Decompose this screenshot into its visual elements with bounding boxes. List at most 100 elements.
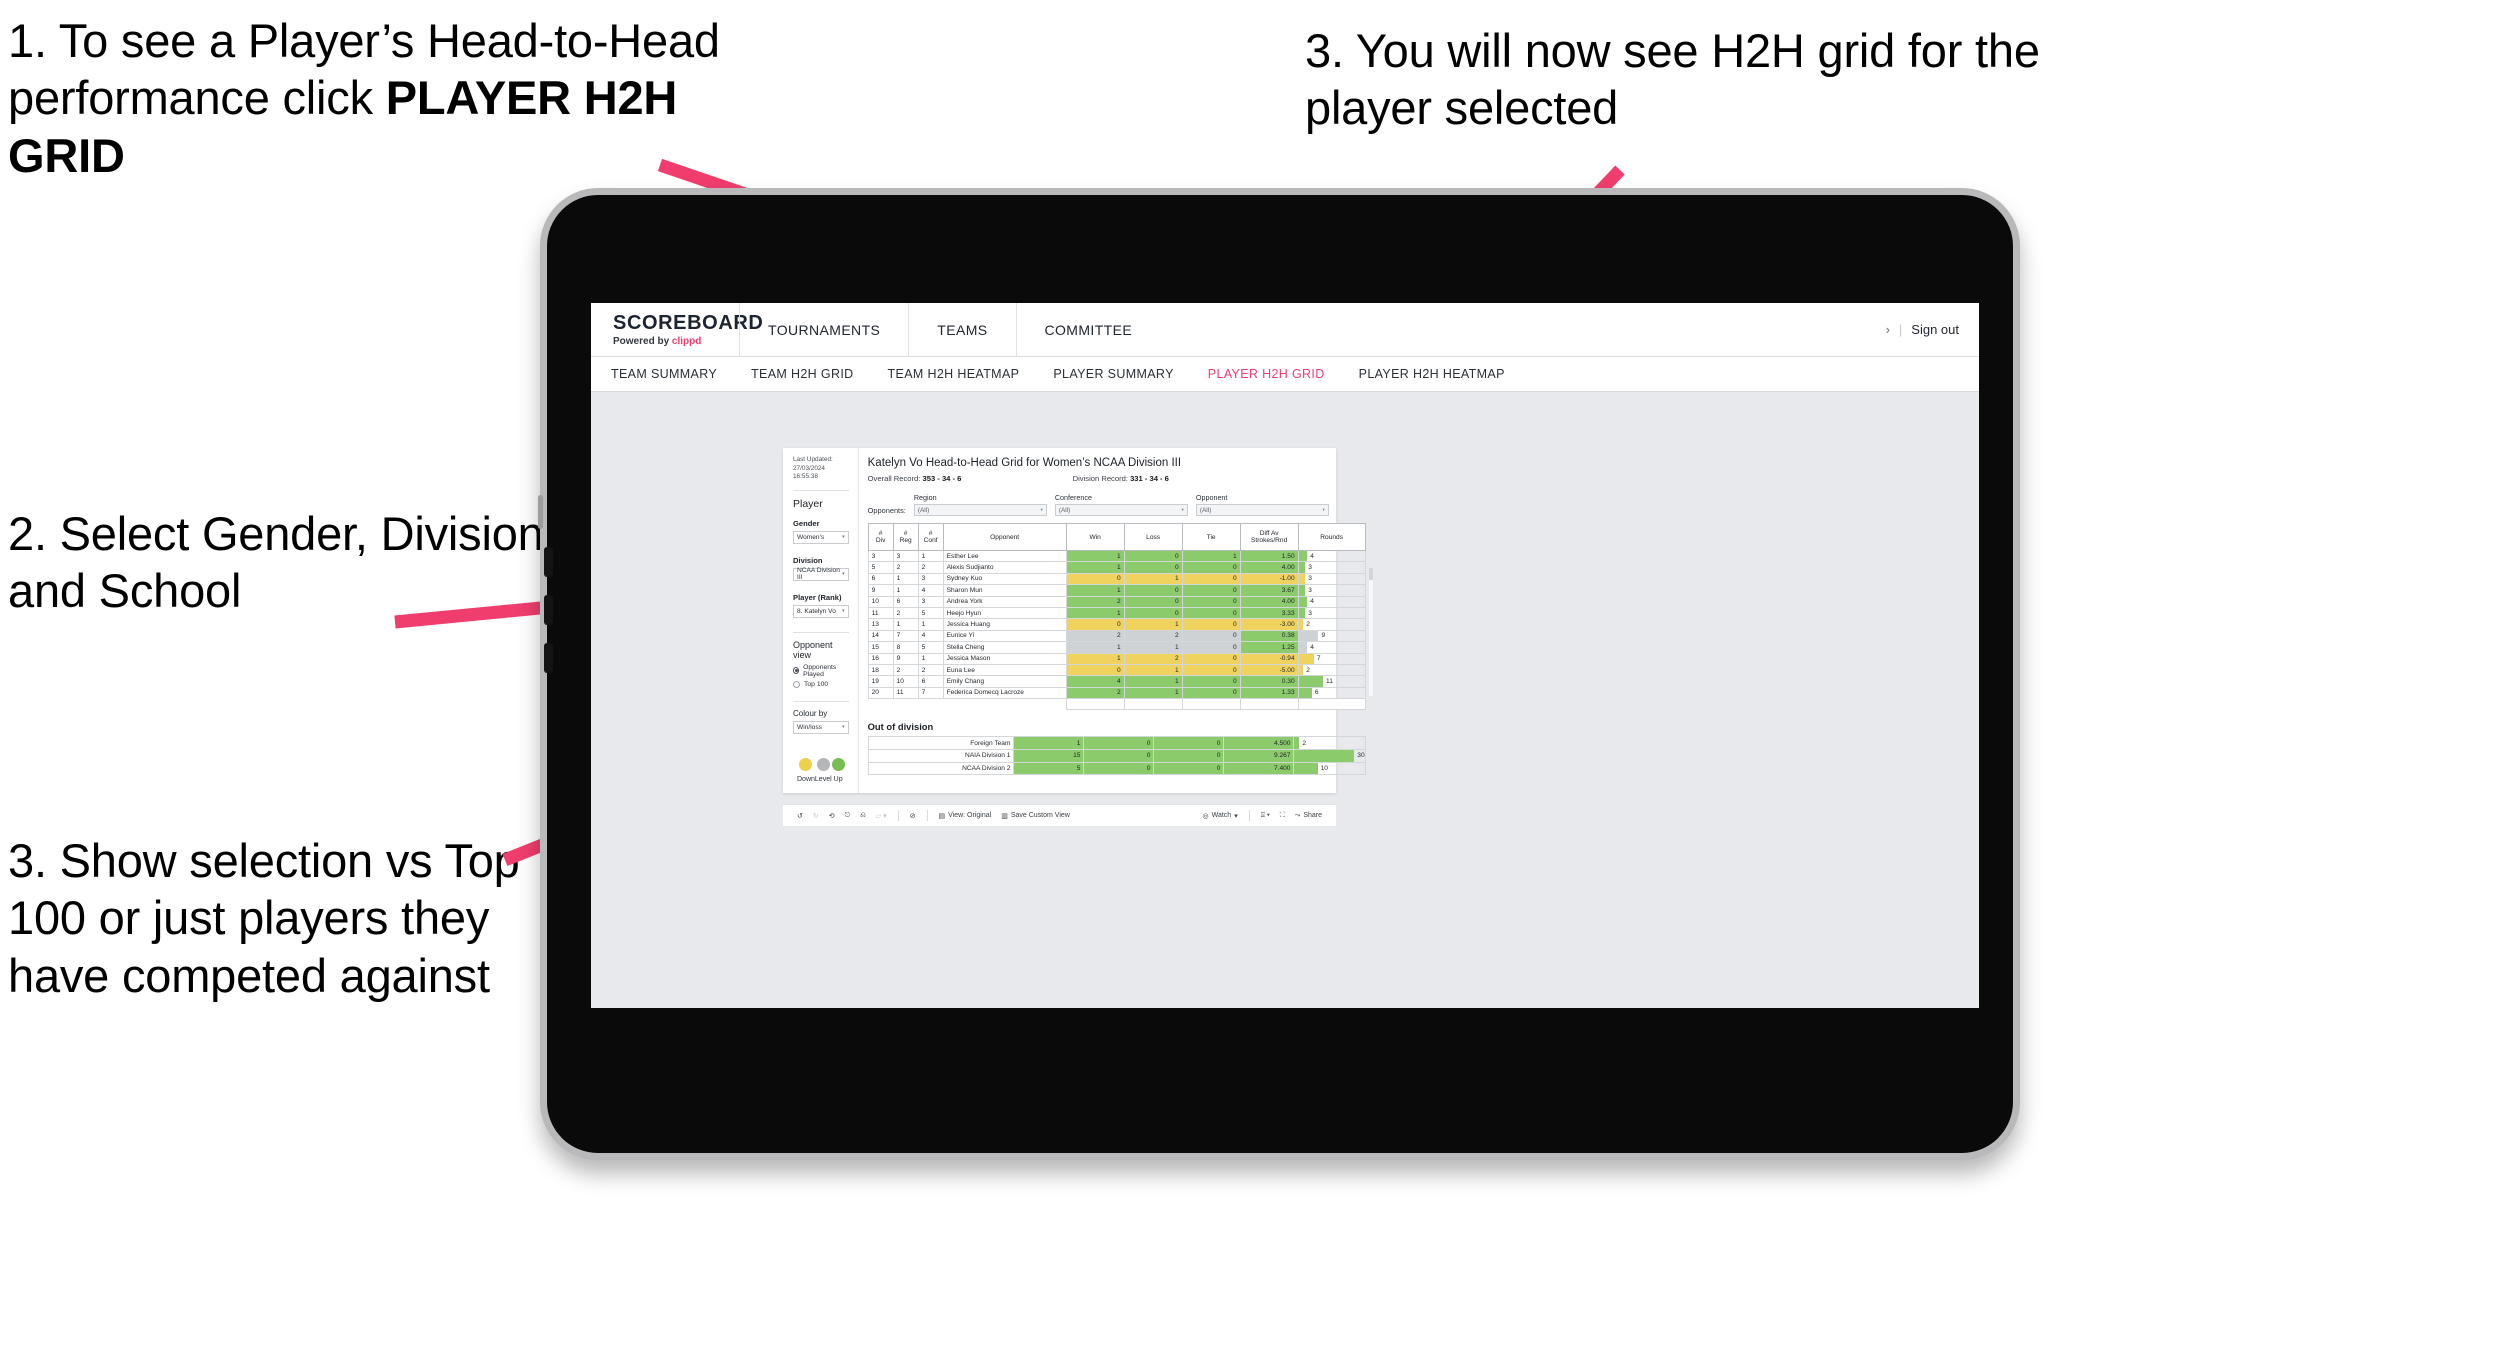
table-cell: 1 xyxy=(917,652,944,665)
refresh-data-icon[interactable]: ⎋ xyxy=(841,812,855,820)
col-loss[interactable]: Loss xyxy=(1123,523,1183,551)
table-cell: 6 xyxy=(917,675,944,688)
radio-opponents-played[interactable]: Opponents Played xyxy=(793,664,849,678)
col-conf[interactable]: # Conf xyxy=(917,523,944,551)
vertical-scrollbar[interactable] xyxy=(1368,568,1373,696)
download-icon[interactable]: ⍓ ▾ xyxy=(1257,812,1274,820)
table-cell: 1 xyxy=(1065,584,1125,597)
top-nav-item-teams[interactable]: TEAMS xyxy=(908,303,1015,356)
player-rank-select[interactable]: 8. Katelyn Vo ▾ xyxy=(793,604,849,618)
rounds-bar-cell: 3 xyxy=(1297,561,1366,574)
table-cell: 18 xyxy=(867,663,894,677)
reset-icon[interactable]: ▱ ▾ xyxy=(872,812,891,820)
gender-select[interactable]: Women's ▾ xyxy=(793,530,849,544)
table-cell: 2 xyxy=(892,606,919,620)
rounds-bar-label: 4 xyxy=(1310,552,1314,560)
scrollbar-thumb[interactable] xyxy=(1368,568,1373,580)
col-win[interactable]: Win xyxy=(1065,523,1125,551)
table-row[interactable]: 13 1 1 Jessica Huang 0 1 0 -3.00 2 xyxy=(867,618,1366,631)
table-cell: 1 xyxy=(1123,663,1183,677)
table-row[interactable]: 18 2 2 Euna Lee 0 1 0 -5.00 2 xyxy=(867,663,1366,677)
annotation-note-2: 3. You will now see H2H grid for the pla… xyxy=(1305,24,2040,135)
opponent-filter-row: Opponents: Region (All) ▾ Conference (Al xyxy=(868,493,1366,516)
table-cell: 0 xyxy=(1123,595,1183,608)
division-select[interactable]: NCAA Division III ▾ xyxy=(793,567,849,581)
share-label: Share xyxy=(1303,812,1322,819)
rounds-bar: 11 xyxy=(1298,676,1365,687)
division-label: Division xyxy=(793,555,823,565)
table-body: 3 3 1 Esther Lee 1 0 1 1.50 4 5 2 2 Alexis Sudjianto… xyxy=(867,549,1366,711)
col-div[interactable]: # Div xyxy=(867,523,894,551)
tab-player-h2h-heatmap[interactable]: PLAYER H2H HEATMAP xyxy=(1359,367,1505,381)
tab-team-h2h-heatmap[interactable]: TEAM H2H HEATMAP xyxy=(888,367,1020,381)
col-reg[interactable]: # Reg xyxy=(892,523,919,551)
table-row[interactable]: 16 9 1 Jessica Mason 1 2 0 -0.94 7 xyxy=(867,652,1366,665)
table-cell: 4 xyxy=(1065,675,1125,688)
toolbar-divider xyxy=(897,810,899,821)
out-of-division-row[interactable]: NAIA Division 1 15 0 0 9.267 30 xyxy=(867,749,1366,763)
radio-opponents-played-label: Opponents Played xyxy=(803,663,837,678)
table-row[interactable]: 11 2 5 Heejo Hyun 1 0 0 3.33 3 xyxy=(867,606,1366,620)
table-cell: 4 xyxy=(917,629,944,643)
rounds-bar-label: 6 xyxy=(1314,689,1319,697)
table-cell: 2 xyxy=(892,663,919,677)
rounds-bar-cell: 11 xyxy=(1297,675,1366,688)
sign-out-link[interactable]: Sign out xyxy=(1911,322,1959,337)
top-nav-item-tournaments[interactable]: TOURNAMENTS xyxy=(739,303,908,356)
table-row[interactable]: 15 8 5 Stella Cheng 1 1 0 1.25 4 xyxy=(867,641,1366,654)
table-row[interactable]: 9 1 4 Sharon Mun 1 0 0 3.67 3 xyxy=(867,584,1366,597)
view-title: Katelyn Vo Head-to-Head Grid for Women’s… xyxy=(867,457,1182,469)
tab-player-h2h-grid[interactable]: PLAYER H2H GRID xyxy=(1208,367,1325,381)
table-cell: Emily Chang xyxy=(942,675,1067,688)
table-row[interactable]: 3 3 1 Esther Lee 1 0 1 1.50 4 xyxy=(867,549,1366,563)
revert-icon[interactable]: ⟲ xyxy=(825,812,839,820)
colour-by-select[interactable]: Win/loss ▾ xyxy=(793,720,849,734)
col-tie[interactable]: Tie xyxy=(1181,523,1241,551)
rounds-bar-label: 3 xyxy=(1308,586,1312,594)
table-row[interactable]: 14 7 4 Eunice Yi 2 2 0 0.38 9 xyxy=(867,629,1366,643)
col-rounds[interactable]: Rounds xyxy=(1297,523,1366,551)
top-nav-item-committee[interactable]: COMMITTEE xyxy=(1015,303,1161,356)
chevron-right-icon[interactable]: › xyxy=(1886,322,1890,337)
tab-player-summary[interactable]: PLAYER SUMMARY xyxy=(1053,367,1173,381)
viz-canvas: Last Updated: 27/03/2024 16:55:38 Player… xyxy=(591,392,1979,1008)
redo-icon[interactable]: ↻ xyxy=(809,812,823,820)
share-button[interactable]: ⤳ Share xyxy=(1291,812,1326,820)
tab-team-h2h-grid[interactable]: TEAM H2H GRID xyxy=(751,367,853,381)
table-cell: 15 xyxy=(1013,749,1085,763)
conference-select[interactable]: (All) ▾ xyxy=(1054,504,1188,516)
h2h-grid-table: # Div # Reg # Conf Opponent Win Loss Tie Di… xyxy=(867,523,1366,711)
rounds-bar-cell: 2 xyxy=(1293,736,1366,751)
out-of-division-row[interactable]: NCAA Division 2 5 0 0 7.400 10 xyxy=(867,761,1366,776)
fullscreen-icon[interactable]: ⛶ xyxy=(1276,812,1289,820)
highlight-icon[interactable]: ⊘ xyxy=(906,812,920,820)
region-select[interactable]: (All) ▾ xyxy=(913,504,1047,516)
last-updated: Last Updated: 27/03/2024 16:55:38 xyxy=(793,456,849,482)
opponent-select[interactable]: (All) ▾ xyxy=(1195,504,1329,516)
pause-updates-icon[interactable]: ⎌ xyxy=(856,812,870,820)
radio-top-100[interactable]: Top 100 xyxy=(793,680,849,688)
rounds-bar-fill xyxy=(1298,630,1319,642)
table-row[interactable]: 10 6 3 Andrea York 2 0 0 4.00 4 xyxy=(867,595,1366,608)
rounds-bar-cell: 3 xyxy=(1297,584,1366,597)
undo-icon[interactable]: ↺ xyxy=(793,812,807,820)
annotation-note-3: 2. Select Gender, Division and School xyxy=(8,507,544,618)
table-cell: 1 xyxy=(892,618,919,631)
save-custom-view-button[interactable]: ▥ Save Custom View xyxy=(997,812,1074,820)
watch-button[interactable]: ◎ Watch ▾ xyxy=(1199,812,1242,820)
table-cell: 1 xyxy=(917,549,944,563)
view-original-button[interactable]: ▤ View: Original xyxy=(935,812,996,820)
table-cell: 0 xyxy=(1181,572,1241,586)
out-of-division-row[interactable]: Foreign Team 1 0 0 4.500 2 xyxy=(867,736,1366,751)
table-header-row: # Div # Reg # Conf Opponent Win Loss Tie Di… xyxy=(867,523,1366,551)
table-row[interactable]: 20 11 7 Federica Domecq Lacroze 2 1 0 1.33 6 xyxy=(867,686,1366,700)
table-row[interactable]: 19 10 6 Emily Chang 4 1 0 0.30 11 xyxy=(867,675,1366,688)
col-diff[interactable]: Diff Av Strokes/Rnd xyxy=(1239,523,1299,551)
legend-item-up: Up xyxy=(831,757,845,783)
divider xyxy=(793,631,849,633)
col-div-l1: # xyxy=(878,530,883,537)
table-row[interactable]: 5 2 2 Alexis Sudjianto 1 0 0 4.00 3 xyxy=(867,561,1366,574)
tab-team-summary[interactable]: TEAM SUMMARY xyxy=(611,367,717,381)
col-opponent[interactable]: Opponent xyxy=(942,523,1067,551)
table-row[interactable]: 6 1 3 Sydney Kuo 0 1 0 -1.00 3 xyxy=(867,572,1366,586)
